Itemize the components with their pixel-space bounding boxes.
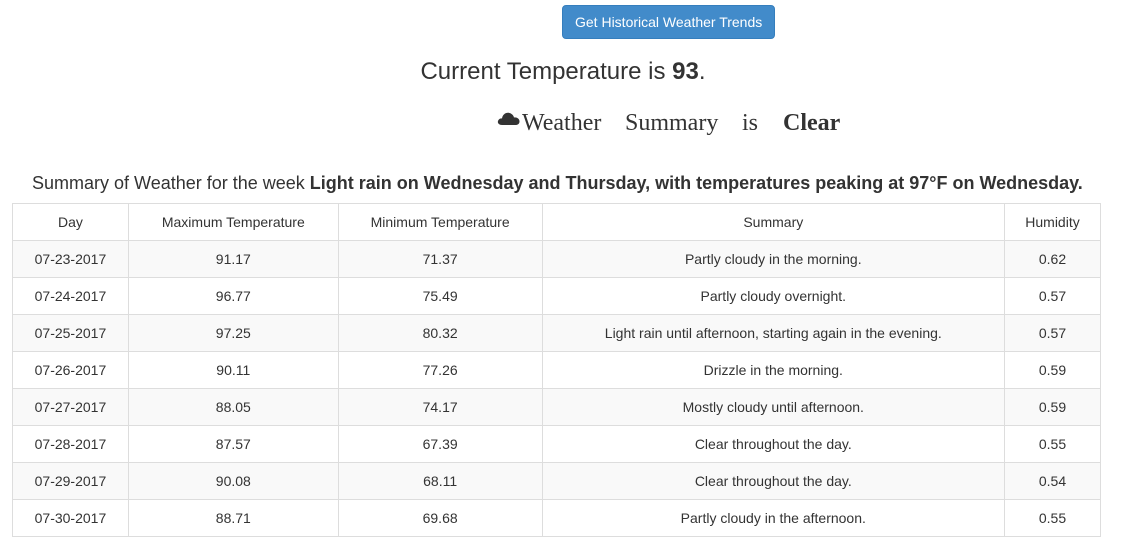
week-summary-text: Light rain on Wednesday and Thursday, wi… xyxy=(309,173,1083,193)
table-header-row: Day Maximum Temperature Minimum Temperat… xyxy=(12,203,1101,241)
cell-summary: Drizzle in the morning. xyxy=(541,351,1006,389)
cell-humidity: 0.62 xyxy=(1004,240,1101,278)
cell-min-temp: 69.68 xyxy=(337,499,543,537)
cell-max-temp: 91.17 xyxy=(127,240,339,278)
column-header-min-temp: Minimum Temperature xyxy=(337,203,543,241)
cell-humidity: 0.57 xyxy=(1004,277,1101,315)
cell-min-temp: 80.32 xyxy=(337,314,543,352)
weather-summary-value: Clear xyxy=(783,110,841,136)
cell-summary: Clear throughout the day. xyxy=(541,425,1006,463)
current-temp-suffix: . xyxy=(698,58,706,85)
cell-summary: Partly cloudy in the afternoon. xyxy=(541,499,1006,537)
cell-summary: Clear throughout the day. xyxy=(541,462,1006,500)
historical-trends-button[interactable]: Get Historical Weather Trends xyxy=(562,5,776,39)
cell-day: 07-27-2017 xyxy=(12,388,129,426)
column-header-day: Day xyxy=(12,203,129,241)
cloud-icon xyxy=(496,104,522,125)
cell-summary: Light rain until afternoon, starting aga… xyxy=(541,314,1006,352)
current-temperature: Current Temperature is 93. xyxy=(106,56,1020,88)
week-summary-label: Summary of Weather for the week xyxy=(32,173,305,193)
cell-humidity: 0.59 xyxy=(1004,351,1101,389)
column-header-summary: Summary xyxy=(541,203,1006,241)
table-row: 07-26-2017 90.11 77.26 Drizzle in the mo… xyxy=(12,351,1101,389)
cell-min-temp: 67.39 xyxy=(337,425,543,463)
cell-day: 07-25-2017 xyxy=(12,314,129,352)
cell-summary: Partly cloudy in the morning. xyxy=(541,240,1006,278)
column-header-max-temp: Maximum Temperature xyxy=(127,203,339,241)
cell-summary: Partly cloudy overnight. xyxy=(541,277,1006,315)
current-temp-value: 93 xyxy=(672,58,699,85)
cell-day: 07-26-2017 xyxy=(12,351,129,389)
cell-humidity: 0.55 xyxy=(1004,499,1101,537)
cell-max-temp: 90.08 xyxy=(127,462,339,500)
cell-max-temp: 88.71 xyxy=(127,499,339,537)
cell-max-temp: 90.11 xyxy=(127,351,339,389)
cell-humidity: 0.55 xyxy=(1004,425,1101,463)
table-row: 07-23-2017 91.17 71.37 Partly cloudy in … xyxy=(12,240,1101,278)
weather-word: Weather xyxy=(522,110,602,136)
table-row: 07-30-2017 88.71 69.68 Partly cloudy in … xyxy=(12,499,1101,537)
current-temp-label: Current Temperature is xyxy=(420,58,666,85)
cell-summary: Mostly cloudy until afternoon. xyxy=(541,388,1006,426)
weather-table: Day Maximum Temperature Minimum Temperat… xyxy=(12,203,1101,537)
cell-day: 07-30-2017 xyxy=(12,499,129,537)
cell-min-temp: 75.49 xyxy=(337,277,543,315)
week-summary: Summary of Weather for the week Light ra… xyxy=(32,170,1083,196)
cell-day: 07-24-2017 xyxy=(12,277,129,315)
table-row: 07-27-2017 88.05 74.17 Mostly cloudy unt… xyxy=(12,388,1101,426)
cell-day: 07-28-2017 xyxy=(12,425,129,463)
table-row: 07-24-2017 96.77 75.49 Partly cloudy ove… xyxy=(12,277,1101,315)
is-word: is xyxy=(742,110,759,136)
cell-max-temp: 96.77 xyxy=(127,277,339,315)
cell-humidity: 0.54 xyxy=(1004,462,1101,500)
cell-max-temp: 88.05 xyxy=(127,388,339,426)
cell-min-temp: 74.17 xyxy=(337,388,543,426)
cell-max-temp: 97.25 xyxy=(127,314,339,352)
column-header-humidity: Humidity xyxy=(1004,203,1101,241)
cell-min-temp: 68.11 xyxy=(337,462,543,500)
cell-min-temp: 71.37 xyxy=(337,240,543,278)
cell-min-temp: 77.26 xyxy=(337,351,543,389)
cell-max-temp: 87.57 xyxy=(127,425,339,463)
cell-humidity: 0.57 xyxy=(1004,314,1101,352)
table-row: 07-25-2017 97.25 80.32 Light rain until … xyxy=(12,314,1101,352)
cell-humidity: 0.59 xyxy=(1004,388,1101,426)
summary-word: Summary xyxy=(625,110,719,136)
cell-day: 07-29-2017 xyxy=(12,462,129,500)
table-row: 07-29-2017 90.08 68.11 Clear throughout … xyxy=(12,462,1101,500)
button-container: Get Historical Weather Trends xyxy=(562,5,776,39)
table-row: 07-28-2017 87.57 67.39 Clear throughout … xyxy=(12,425,1101,463)
cell-day: 07-23-2017 xyxy=(12,240,129,278)
